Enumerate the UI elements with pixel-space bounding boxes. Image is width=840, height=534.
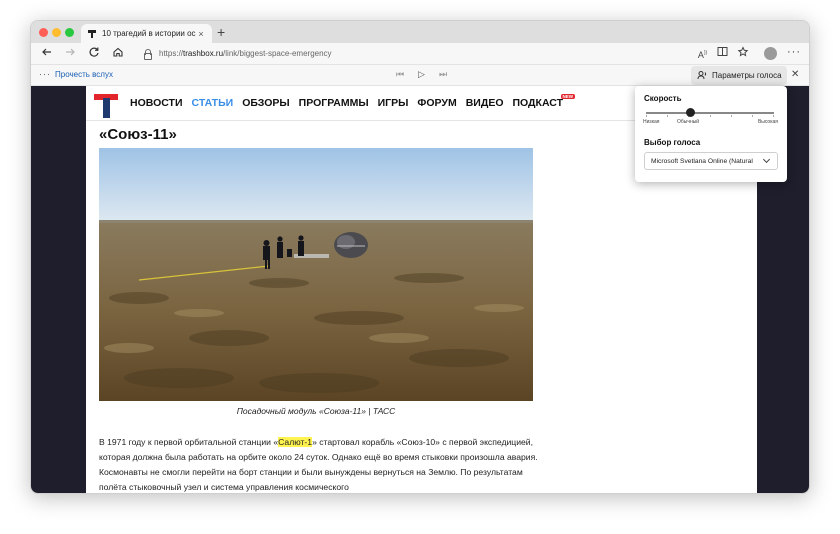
- url-scheme: https://: [159, 49, 184, 58]
- minimize-window-button[interactable]: [52, 28, 61, 37]
- nav-item-programs[interactable]: ПРОГРАММЫ: [299, 97, 369, 109]
- favorites-icon[interactable]: [735, 46, 750, 61]
- close-window-button[interactable]: [39, 28, 48, 37]
- tab-close-icon[interactable]: ×: [196, 29, 206, 39]
- article-paragraph: В 1971 году к первой орбитальной станции…: [99, 435, 539, 493]
- voice-settings-icon: [697, 70, 707, 82]
- more-menu-icon[interactable]: ···: [787, 46, 801, 58]
- read-aloud-label[interactable]: Прочесть вслух: [55, 70, 113, 79]
- profile-avatar[interactable]: [764, 47, 777, 60]
- previous-icon[interactable]: ⏮: [396, 69, 404, 80]
- tab-title: 10 трагедий в истории освоения космоса: [102, 29, 196, 38]
- read-aloud-more-icon[interactable]: ···: [39, 69, 51, 79]
- nav-item-podcast-label: ПОДКАСТ: [512, 97, 564, 109]
- speed-slider[interactable]: [646, 108, 774, 117]
- photo-caption: Посадочный модуль «Союза-11» | ТАСС: [236, 406, 396, 416]
- read-aloud-icon[interactable]: A)): [695, 46, 710, 61]
- nav-item-news[interactable]: НОВОСТИ: [130, 97, 183, 109]
- speed-high-label: Высокая: [757, 119, 778, 125]
- reload-icon[interactable]: [86, 46, 102, 61]
- home-icon[interactable]: [110, 46, 126, 61]
- chevron-down-icon: [762, 155, 771, 164]
- address-bar[interactable]: https://trashbox.ru/link/biggest-space-e…: [143, 45, 703, 62]
- tab-strip: 10 трагедий в истории освоения космоса ×…: [31, 21, 809, 43]
- article-photo: [99, 148, 533, 401]
- maximize-window-button[interactable]: [65, 28, 74, 37]
- voice-options-panel: Скорость Низкая Обычный Высокая Выбор го…: [635, 86, 787, 182]
- back-icon[interactable]: [39, 46, 55, 61]
- speed-slider-thumb[interactable]: [686, 108, 696, 117]
- url-host: trashbox.ru: [183, 49, 224, 58]
- voice-options-label: Параметры голоса: [712, 71, 782, 80]
- article-title: «Союз-11»: [99, 126, 177, 143]
- speed-heading: Скорость: [644, 94, 682, 103]
- voice-select[interactable]: Microsoft Svetlana Online (Natural: [644, 152, 778, 170]
- nav-item-forum[interactable]: ФОРУМ: [417, 97, 456, 109]
- highlighted-word: Салют-1: [278, 437, 313, 447]
- site-logo[interactable]: [94, 94, 118, 118]
- forward-icon[interactable]: [62, 46, 78, 61]
- browser-toolbar: https://trashbox.ru/link/biggest-space-e…: [31, 43, 809, 64]
- reader-view-icon[interactable]: [715, 46, 730, 61]
- nav-item-games[interactable]: ИГРЫ: [378, 97, 409, 109]
- lock-icon: [143, 49, 152, 60]
- new-badge: NEW: [560, 94, 576, 99]
- voice-select-value: Microsoft Svetlana Online (Natural: [651, 157, 753, 165]
- read-aloud-bar: ··· Прочесть вслух ⏮ ▷ ⏭ Параметры голос…: [31, 64, 809, 86]
- site-nav: НОВОСТИ СТАТЬИ ОБЗОРЫ ПРОГРАММЫ ИГРЫ ФОР…: [130, 94, 581, 109]
- close-read-aloud-icon[interactable]: ✕: [791, 69, 799, 80]
- voice-select-heading: Выбор голоса: [644, 138, 701, 147]
- speed-normal-label: Обычный: [677, 119, 700, 125]
- nav-item-articles[interactable]: СТАТЬИ: [192, 97, 234, 109]
- speed-low-label: Низкая: [643, 119, 660, 125]
- nav-item-video[interactable]: ВИДЕО: [466, 97, 504, 109]
- new-tab-button[interactable]: +: [217, 24, 225, 40]
- browser-tab[interactable]: 10 трагедий в истории освоения космоса ×: [81, 24, 212, 43]
- paragraph-text-start: В 1971 году к первой орбитальной станции…: [99, 437, 279, 447]
- nav-item-podcast[interactable]: ПОДКАСТ NEW: [512, 94, 576, 109]
- next-icon[interactable]: ⏭: [439, 69, 447, 80]
- url-path: /link/biggest-space-emergency: [223, 49, 332, 58]
- nav-item-reviews[interactable]: ОБЗОРЫ: [242, 97, 289, 109]
- play-icon[interactable]: ▷: [418, 69, 425, 80]
- voice-options-button[interactable]: Параметры голоса: [691, 66, 787, 85]
- trashbox-favicon-icon: [87, 29, 97, 39]
- browser-window: 10 трагедий в истории освоения космоса ×…: [30, 20, 810, 494]
